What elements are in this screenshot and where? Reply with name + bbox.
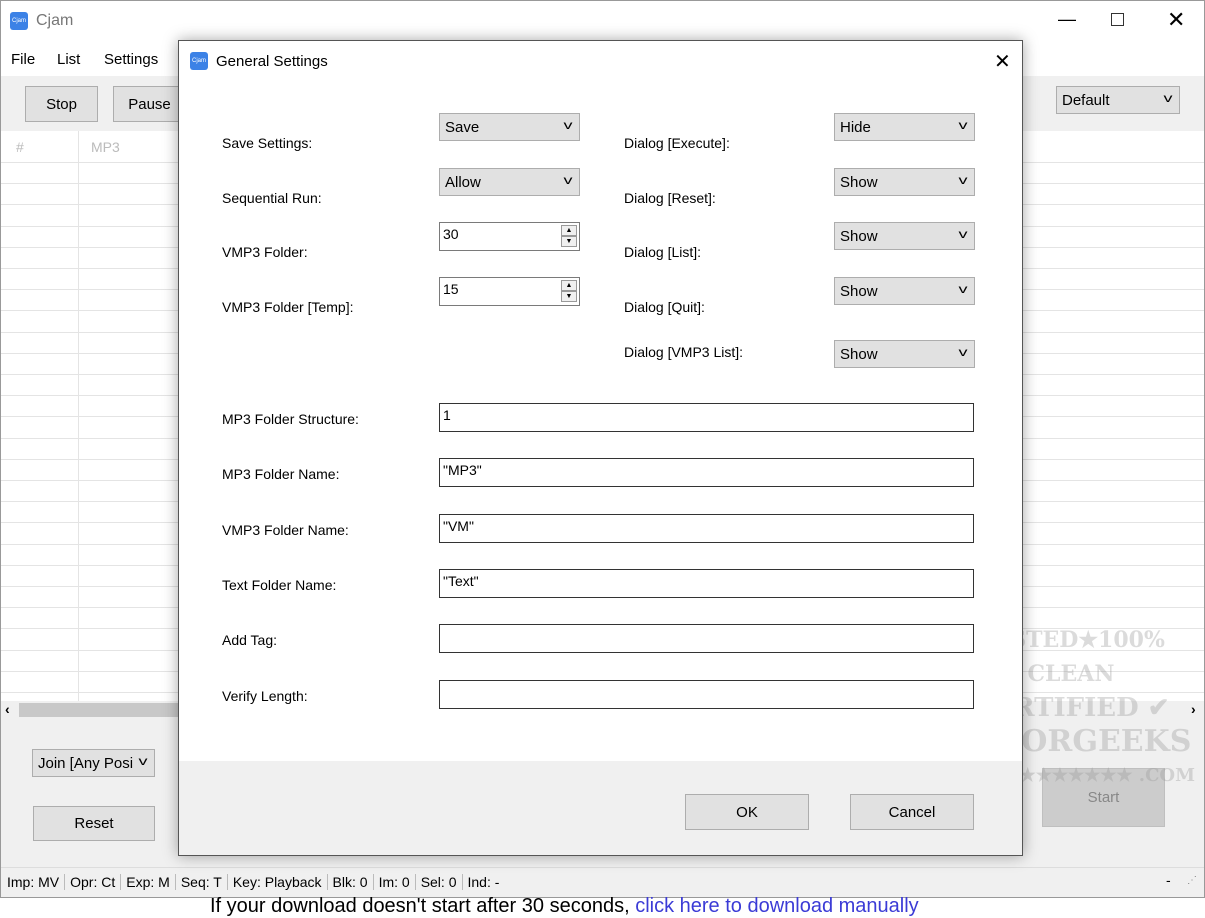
menu-file[interactable]: File: [11, 51, 35, 68]
field-label: MP3 Folder Structure:: [222, 411, 359, 427]
dialog-option-select[interactable]: Show v: [834, 168, 975, 196]
join-mode-select[interactable]: Join [Any Posi v: [32, 749, 155, 777]
select-value: Show: [840, 173, 878, 191]
select-value: Save: [445, 118, 480, 136]
spin-up-icon[interactable]: ▲: [561, 280, 577, 291]
setting-label: VMP3 Folder [Temp]:: [222, 299, 354, 315]
select-value: Show: [840, 345, 878, 363]
text-field[interactable]: [439, 624, 974, 654]
dialog-close-icon[interactable]: ✕: [994, 49, 1011, 74]
download-manual-link[interactable]: click here to download manually: [635, 895, 919, 917]
status-item: Imp: MV: [7, 873, 66, 890]
close-icon[interactable]: ✕: [1167, 7, 1185, 33]
dialog-option-select[interactable]: Show v: [834, 222, 975, 250]
download-notice-text: If your download doesn't start after 30 …: [210, 895, 636, 917]
pause-button[interactable]: Pause: [113, 86, 186, 122]
dialog-title: General Settings: [216, 53, 328, 70]
spin-up-icon[interactable]: ▲: [561, 225, 577, 236]
status-item: Ind: -: [467, 873, 500, 890]
chevron-down-icon: v: [958, 118, 968, 132]
minimize-icon[interactable]: —: [1058, 9, 1076, 30]
spinner-value: 15: [443, 281, 459, 297]
dialog-option-label: Dialog [VMP3 List]:: [624, 344, 744, 360]
text-field[interactable]: "Text": [439, 568, 974, 598]
dialog-option-label: Dialog [Execute]:: [624, 135, 730, 151]
cancel-button[interactable]: Cancel: [850, 794, 974, 830]
select-value: Hide: [840, 118, 871, 136]
text-field[interactable]: 1: [439, 403, 974, 432]
text-field[interactable]: "MP3": [439, 458, 974, 488]
resize-grip-icon[interactable]: ⋰: [1187, 875, 1197, 886]
general-settings-dialog: Cjam General Settings ✕ Save Settings: Sa…: [178, 40, 1023, 856]
field-label: Verify Length:: [222, 687, 308, 704]
setting-spinner[interactable]: 15 ▲ ▼: [439, 277, 580, 306]
column-header-mp3[interactable]: MP3: [91, 139, 120, 155]
dialog-option-select[interactable]: Show v: [834, 277, 975, 305]
app-icon: Cjam: [10, 12, 28, 30]
stop-button[interactable]: Stop: [25, 86, 98, 122]
status-bar: Imp: MV Opr: Ct Exp: M Seq: T Key: Playback B…: [1, 867, 1204, 895]
status-right: -: [1166, 872, 1171, 888]
chevron-down-icon: v: [958, 282, 968, 296]
setting-label: VMP3 Folder:: [222, 244, 308, 260]
setting-spinner[interactable]: 30 ▲ ▼: [439, 222, 580, 251]
reset-button[interactable]: Reset: [33, 806, 155, 841]
setting-select[interactable]: Allow v: [439, 168, 580, 196]
chevron-down-icon: v: [958, 345, 968, 359]
dialog-option-label: Dialog [List]:: [624, 244, 702, 260]
chevron-down-icon: v: [138, 754, 148, 768]
column-header-number[interactable]: #: [16, 139, 24, 155]
profile-value: Default: [1062, 91, 1110, 109]
menu-list[interactable]: List: [57, 51, 80, 68]
join-mode-value: Join [Any Posi: [38, 754, 134, 772]
chevron-down-icon: v: [563, 118, 573, 132]
select-value: Show: [840, 227, 878, 245]
chevron-down-icon: v: [1163, 91, 1173, 105]
status-item: Exp: M: [121, 873, 176, 890]
field-label: Add Tag:: [222, 632, 278, 649]
status-item: Blk: 0: [328, 873, 374, 890]
field-label: MP3 Folder Name:: [222, 466, 340, 483]
dialog-icon: Cjam: [190, 52, 208, 70]
window-title: Cjam: [36, 12, 74, 29]
spin-down-icon[interactable]: ▼: [561, 236, 577, 247]
scroll-left-icon[interactable]: ‹: [5, 701, 10, 717]
status-item: Key: Playback: [228, 873, 328, 890]
chevron-down-icon: v: [563, 173, 573, 187]
menu-settings[interactable]: Settings: [104, 51, 158, 68]
status-item: Sel: 0: [416, 873, 463, 890]
setting-label: Save Settings:: [222, 135, 313, 151]
dialog-option-label: Dialog [Quit]:: [624, 299, 705, 315]
chevron-down-icon: v: [958, 173, 968, 187]
select-value: Show: [840, 282, 878, 300]
spin-down-icon[interactable]: ▼: [561, 291, 577, 302]
profile-select[interactable]: Default v: [1056, 86, 1180, 114]
text-field[interactable]: "VM": [439, 513, 974, 543]
status-item: Opr: Ct: [65, 873, 122, 890]
status-item: Im: 0: [374, 873, 416, 890]
text-field[interactable]: [439, 679, 974, 709]
setting-select[interactable]: Save v: [439, 113, 580, 141]
field-label: Text Folder Name:: [222, 576, 337, 593]
maximize-icon[interactable]: [1111, 13, 1124, 26]
field-label: VMP3 Folder Name:: [222, 521, 349, 538]
spinner-value: 30: [443, 226, 459, 242]
title-bar: Cjam Cjam — ✕: [1, 1, 1204, 43]
ok-button[interactable]: OK: [685, 794, 809, 830]
select-value: Allow: [445, 173, 481, 191]
dialog-option-select[interactable]: Show v: [834, 340, 975, 368]
status-item: Seq: T: [176, 873, 228, 890]
dialog-option-select[interactable]: Hide v: [834, 113, 975, 141]
dialog-option-label: Dialog [Reset]:: [624, 190, 716, 206]
setting-label: Sequential Run:: [222, 190, 322, 206]
download-notice: If your download doesn't start after 30 …: [210, 895, 919, 918]
chevron-down-icon: v: [958, 227, 968, 241]
